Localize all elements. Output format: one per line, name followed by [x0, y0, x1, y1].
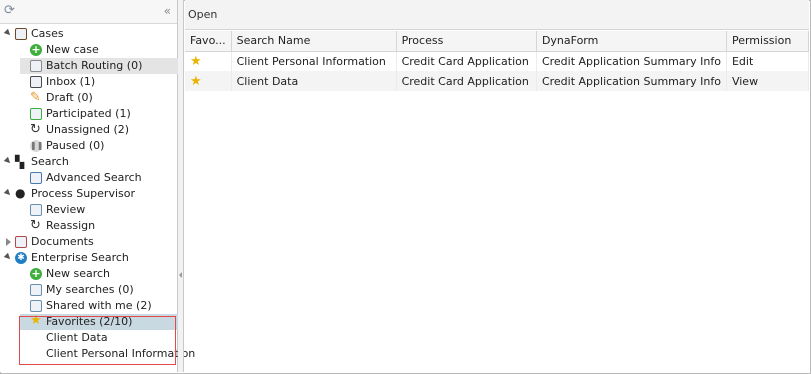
tree-item-shared-with-me[interactable]: Shared with me (2): [20, 298, 178, 314]
tree-item-unassigned[interactable]: ↻ Unassigned (2): [20, 122, 178, 138]
tree-item-review[interactable]: Review: [20, 202, 178, 218]
panel-splitter[interactable]: [178, 0, 184, 372]
tree-item-label: Cases: [31, 27, 64, 40]
favorite-cell: ★: [185, 71, 232, 91]
collapsed-arrow-icon[interactable]: [6, 238, 11, 246]
tree-item-process-supervisor[interactable]: ● Process Supervisor: [0, 186, 178, 202]
permission-cell: View: [726, 71, 810, 91]
dynaform-cell: Credit Application Summary Info: [536, 51, 727, 71]
refresh-icon[interactable]: ⟳: [4, 4, 18, 18]
tree-item-my-searches[interactable]: My searches (0): [20, 282, 178, 298]
tree-item-label: Shared with me (2): [46, 299, 152, 312]
results-panel: Open Favo... Search Name Process DynaFor…: [185, 0, 810, 372]
briefcase-icon: [15, 28, 27, 40]
plus-circle-icon: +: [30, 43, 42, 56]
pencil-icon: ✎: [30, 90, 41, 105]
tree-item-label: Batch Routing (0): [46, 59, 143, 72]
documents-icon: [15, 236, 27, 248]
dynaform-cell: Credit Application Summary Info: [536, 71, 727, 91]
reassign-icon: ↻: [30, 218, 41, 233]
binoculars-icon: ▚: [15, 155, 25, 169]
table-row[interactable]: ★ Client Personal Information Credit Car…: [185, 51, 810, 71]
tree-item-label: Reassign: [46, 219, 96, 232]
tree-item-label: Process Supervisor: [31, 187, 136, 200]
open-button[interactable]: Open: [188, 8, 217, 21]
results-toolbar: Open: [185, 0, 809, 30]
tree-item-label: Inbox (1): [46, 75, 96, 88]
tree-item-label: Unassigned (2): [46, 123, 130, 136]
tree-item-draft[interactable]: ✎ Draft (0): [20, 90, 178, 106]
search-name-cell: Client Data: [231, 71, 397, 91]
tree-item-label: Review: [46, 203, 86, 216]
inbox-icon: [30, 76, 42, 88]
tree-item-label: Paused (0): [46, 139, 105, 152]
column-header-favorite[interactable]: Favo...: [185, 31, 232, 52]
tree-item-reassign[interactable]: ↻ Reassign: [20, 218, 178, 234]
gear-icon: ✱: [15, 252, 27, 264]
splitter-arrow-icon[interactable]: [179, 272, 182, 278]
tree-item-label: Enterprise Search: [31, 251, 129, 264]
review-icon: [30, 204, 42, 216]
navigation-toolbar: ⟳ «: [0, 0, 177, 24]
list-icon: [30, 284, 42, 296]
column-header-search-name[interactable]: Search Name: [231, 31, 397, 52]
star-icon: ★: [190, 53, 202, 69]
tree-item-enterprise-search[interactable]: ✱ Enterprise Search: [0, 250, 178, 266]
tree-item-label: New search: [46, 267, 111, 280]
tree-item-participated[interactable]: Participated (1): [20, 106, 178, 122]
star-icon: ★: [190, 73, 202, 89]
tree-item-new-case[interactable]: + New case: [20, 42, 178, 58]
tree-item-label: New case: [46, 43, 99, 56]
process-cell: Credit Card Application: [396, 71, 537, 91]
results-grid: Favo... Search Name Process DynaForm Per…: [185, 31, 810, 91]
tree-item-batch-routing[interactable]: Batch Routing (0): [20, 58, 178, 74]
search-name-cell: Client Personal Information: [231, 51, 397, 71]
collapse-panel-icon[interactable]: «: [164, 4, 171, 18]
tree-item-advanced-search[interactable]: Advanced Search: [20, 170, 178, 186]
advanced-search-icon: [30, 172, 42, 184]
column-header-process[interactable]: Process: [396, 31, 537, 52]
expanded-arrow-icon[interactable]: [3, 28, 13, 38]
favorite-cell: ★: [185, 51, 232, 71]
shared-icon: [30, 300, 42, 312]
expanded-arrow-icon[interactable]: [3, 156, 13, 166]
tree-item-label: Documents: [31, 235, 94, 248]
expanded-arrow-icon[interactable]: [3, 188, 13, 198]
pause-icon: ❚❚: [30, 140, 44, 152]
tree-item-label: Participated (1): [46, 107, 131, 120]
tree-item-label: Draft (0): [46, 91, 93, 104]
grid-header-row: Favo... Search Name Process DynaForm Per…: [185, 31, 810, 52]
permission-cell: Edit: [726, 51, 810, 71]
tree-item-inbox[interactable]: Inbox (1): [20, 74, 178, 90]
tree-item-cases[interactable]: Cases: [0, 26, 178, 42]
tree-item-label: Advanced Search: [46, 171, 142, 184]
batch-icon: [30, 60, 42, 72]
column-header-permission[interactable]: Permission: [726, 31, 810, 52]
tree-item-paused[interactable]: ❚❚ Paused (0): [20, 138, 178, 154]
tree-item-label: My searches (0): [46, 283, 134, 296]
table-row[interactable]: ★ Client Data Credit Card Application Cr…: [185, 71, 810, 91]
tree-item-label: Search: [31, 155, 69, 168]
tree-item-documents[interactable]: Documents: [0, 234, 178, 250]
tree-item-new-search[interactable]: + New search: [20, 266, 178, 282]
unassigned-icon: ↻: [30, 122, 41, 137]
user-icon: ●: [15, 186, 26, 200]
process-cell: Credit Card Application: [396, 51, 537, 71]
participated-icon: [30, 108, 42, 120]
column-header-dynaform[interactable]: DynaForm: [536, 31, 727, 52]
favorites-highlight-box: [19, 316, 176, 365]
plus-circle-icon: +: [30, 267, 42, 280]
tree-item-search[interactable]: ▚ Search: [0, 154, 178, 170]
expanded-arrow-icon[interactable]: [3, 252, 13, 262]
